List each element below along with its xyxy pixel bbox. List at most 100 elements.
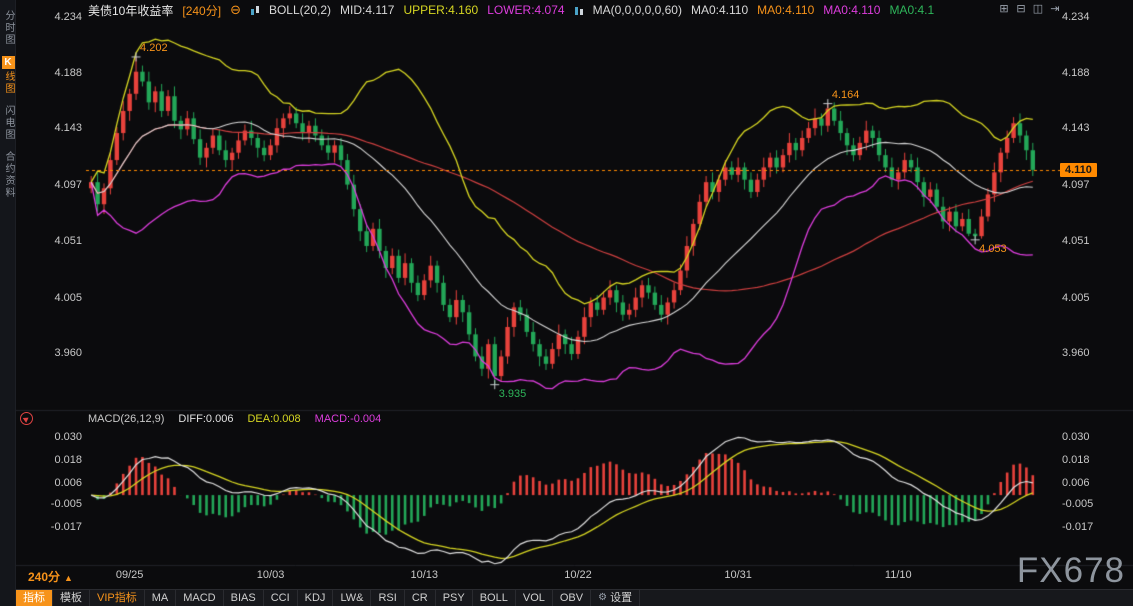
toolbar-button[interactable]: RSI — [371, 590, 404, 606]
toolbar-button-label: CR — [412, 590, 428, 606]
brand-watermark: FX678 — [1017, 551, 1125, 591]
y-axis-label: 4.097 — [1062, 179, 1090, 191]
toolbar-button[interactable]: KDJ — [298, 590, 334, 606]
bottom-toolbar: 指标模板 VIP指标 MA MACD BIAS CCI KDJ LW&RSI CR PSY BOLL… — [16, 589, 1133, 606]
macd-axis-label: -0.017 — [1062, 521, 1093, 533]
boll-label: BOLL(20,2) — [269, 3, 331, 17]
price-annotation: 4.164 — [832, 89, 860, 101]
macd-axis-label: 0.030 — [42, 431, 82, 443]
boll-upper-value: UPPER:4.160 — [403, 3, 478, 17]
toolbar-button[interactable]: BIAS — [224, 590, 264, 606]
boll-indicator-icon — [250, 5, 260, 16]
y-axis-label: 3.960 — [42, 347, 82, 359]
toolbar-button-label: PSY — [443, 590, 465, 606]
split-layout-icon[interactable]: ⊟ — [1014, 2, 1028, 16]
x-axis-date: 09/25 — [108, 569, 152, 581]
ma-values: MA0:4.110 MA0:4.110 MA0:4.110 MA0:4.1 — [691, 3, 934, 17]
sidebar-tab[interactable]: K 线图 — [0, 56, 16, 95]
interval-label: 240分 — [28, 570, 60, 584]
toolbar-button[interactable]: CR — [405, 590, 436, 606]
ma-value: MA0:4.110 — [757, 3, 814, 17]
boll-lower-value: LOWER:4.074 — [487, 3, 564, 17]
sidebar-tab-label: 闪电图 — [1, 105, 15, 141]
up-triangle-icon: ▲ — [64, 573, 73, 583]
toolbar-button[interactable]: PSY — [436, 590, 473, 606]
y-axis-label: 4.051 — [42, 235, 82, 247]
y-axis-label: 4.188 — [1062, 67, 1090, 79]
toolbar-button[interactable]: LW& — [333, 590, 371, 606]
macd-axis-label: 0.006 — [1062, 477, 1090, 489]
symbol-title: 美债10年收益率 — [88, 2, 173, 19]
toolbar-button-label: CCI — [271, 590, 290, 606]
trading-app: 分时图 K 线图闪电图合约资料 美债10年收益率 [240分] ⊖ BOLL(20,… — [0, 0, 1133, 606]
toolbar-button-label: RSI — [378, 590, 396, 606]
toolbar-button[interactable]: OBV — [553, 590, 591, 606]
y-axis-label: 4.188 — [42, 67, 82, 79]
macd-axis-label: 0.030 — [1062, 431, 1090, 443]
x-axis-date: 10/22 — [556, 569, 600, 581]
collapse-minus-icon[interactable]: ⊖ — [230, 2, 241, 18]
y-axis-label: 4.097 — [42, 179, 82, 191]
ma-value: MA0:4.110 — [691, 3, 748, 17]
ma-indicator-icon — [574, 5, 584, 16]
period-label[interactable]: [240分] — [182, 2, 221, 19]
macd-panel-toggle-icon[interactable] — [20, 412, 33, 425]
sidebar: 分时图 K 线图闪电图合约资料 — [0, 0, 16, 606]
macd-axis-label: 0.018 — [1062, 454, 1090, 466]
y-axis-label: 4.005 — [1062, 292, 1090, 304]
y-axis-label: 3.960 — [1062, 347, 1090, 359]
macd-axis-label: -0.005 — [1062, 498, 1093, 510]
cascade-layout-icon[interactable]: ◫ — [1031, 2, 1045, 16]
toolbar-button[interactable]: BOLL — [473, 590, 516, 606]
x-axis-date: 10/03 — [249, 569, 293, 581]
toolbar-button-label: 设置 — [610, 590, 632, 606]
current-price-badge: 4.110 — [1060, 163, 1097, 177]
x-axis-date: 11/10 — [876, 569, 920, 581]
dock-right-icon[interactable]: ⇥ — [1048, 2, 1062, 16]
k-line-badge: K — [2, 56, 15, 69]
toolbar-button[interactable]: VOL — [516, 590, 553, 606]
price-chart-canvas[interactable] — [16, 0, 1133, 588]
toolbar-button[interactable]: 模板 — [53, 590, 90, 606]
toolbar-button-label: KDJ — [305, 590, 326, 606]
macd-dea-value: DEA:0.008 — [247, 413, 300, 425]
macd-header: MACD(26,12,9) DIFF:0.006 DEA:0.008 MACD:… — [88, 411, 381, 427]
toolbar-button-label: OBV — [560, 590, 583, 606]
chart-header: 美债10年收益率 [240分] ⊖ BOLL(20,2) MID:4.117 U… — [16, 0, 1133, 20]
toolbar-button-label: BOLL — [480, 590, 508, 606]
sidebar-tab[interactable]: 分时图 — [0, 10, 16, 46]
price-annotation: 3.935 — [499, 388, 527, 400]
grid-layout-icon[interactable]: ⊞ — [997, 2, 1011, 16]
gear-icon: ⚙ — [598, 590, 607, 606]
macd-diff-value: DIFF:0.006 — [178, 413, 233, 425]
macd-axis-label: 0.018 — [42, 454, 82, 466]
ma-value: MA0:4.1 — [889, 3, 934, 17]
toolbar-button-label: BIAS — [231, 590, 256, 606]
toolbar-button-label: LW& — [340, 590, 363, 606]
macd-axis-label: 0.006 — [42, 477, 82, 489]
y-axis-label: 4.051 — [1062, 235, 1090, 247]
toolbar-button[interactable]: 指标 — [16, 590, 53, 606]
sidebar-tab[interactable]: 合约资料 — [0, 151, 16, 199]
toolbar-button[interactable]: MA — [145, 590, 177, 606]
macd-axis-label: -0.017 — [42, 521, 82, 533]
ma-label: MA(0,0,0,0,0,60) — [593, 3, 682, 17]
toolbar-button[interactable]: VIP指标 — [90, 590, 145, 606]
toolbar-button[interactable]: CCI — [264, 590, 298, 606]
sidebar-tab-label: 分时图 — [1, 10, 15, 46]
toolbar-button-label: VIP指标 — [97, 590, 137, 606]
macd-label: MACD(26,12,9) — [88, 413, 164, 425]
x-axis-date: 10/31 — [716, 569, 760, 581]
sidebar-tab-label: 线图 — [1, 71, 15, 95]
macd-axis-label: -0.005 — [42, 498, 82, 510]
y-axis-label: 4.005 — [42, 292, 82, 304]
sidebar-tab[interactable]: 闪电图 — [0, 105, 16, 141]
toolbar-button[interactable]: ⚙设置 — [591, 590, 640, 606]
window-controls: ⊞⊟◫⇥ — [997, 2, 1062, 16]
y-axis-label: 4.143 — [1062, 122, 1090, 134]
toolbar-button[interactable]: MACD — [176, 590, 223, 606]
interval-badge[interactable]: 240分 ▲ — [28, 568, 73, 585]
toolbar-button-label: MACD — [183, 590, 215, 606]
toolbar-button-label: MA — [152, 590, 169, 606]
ma-value: MA0:4.110 — [823, 3, 880, 17]
